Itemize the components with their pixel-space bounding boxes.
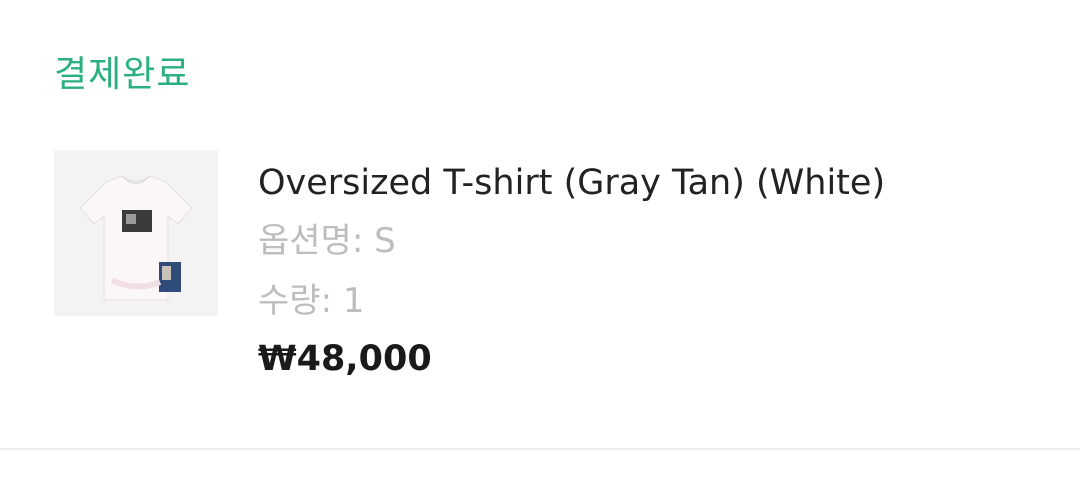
quantity-separator: : — [320, 281, 343, 321]
option-separator: : — [351, 221, 375, 261]
quantity-value: 1 — [342, 281, 365, 321]
quantity-label: 수량 — [258, 281, 321, 321]
product-name[interactable]: Oversized T-shirt (Gray Tan) (White) — [258, 158, 885, 208]
product-info: Oversized T-shirt (Gray Tan) (White) 옵션명… — [258, 158, 885, 382]
product-price: ₩48,000 — [258, 339, 432, 379]
option-label: 옵션명 — [258, 221, 352, 261]
order-item-card[interactable]: Oversized T-shirt (Gray Tan) (White) 옵션명… — [0, 130, 1080, 430]
quantity-line: 수량: 1 — [258, 276, 885, 326]
order-status-title: 결제완료 — [54, 54, 191, 95]
tshirt-image — [54, 150, 218, 316]
option-line: 옵션명: S — [258, 216, 885, 266]
section-divider — [0, 448, 1080, 450]
option-value: S — [374, 221, 396, 261]
product-thumbnail[interactable] — [54, 150, 218, 316]
